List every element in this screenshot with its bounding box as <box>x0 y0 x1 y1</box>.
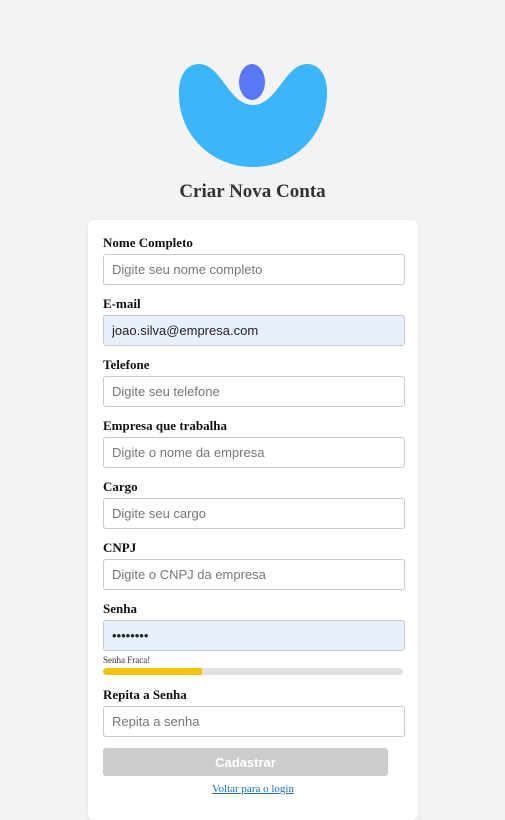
phone-label: Telefone <box>103 357 150 372</box>
password-input[interactable] <box>103 620 405 651</box>
page-title: Criar Nova Conta <box>179 181 326 202</box>
logo-head-shape <box>239 64 265 100</box>
password-strength-bar <box>103 668 403 675</box>
job-title-input[interactable] <box>103 498 405 529</box>
cnpj-input[interactable] <box>103 559 405 590</box>
full-name-label: Nome Completo <box>103 235 193 250</box>
company-label: Empresa que trabalha <box>103 418 227 433</box>
password-label: Senha <box>103 601 137 616</box>
confirm-password-input[interactable] <box>103 706 405 737</box>
signup-form: Nome Completo E-mail Telefone Empresa qu… <box>88 220 418 820</box>
company-input[interactable] <box>103 437 405 468</box>
full-name-input[interactable] <box>103 254 405 285</box>
job-title-label: Cargo <box>103 479 138 494</box>
email-label: E-mail <box>103 296 141 311</box>
signup-button[interactable]: Cadastrar <box>103 748 388 776</box>
password-strength-fill <box>103 668 202 675</box>
phone-input[interactable] <box>103 376 405 407</box>
password-strength-text: Senha Fraca! <box>103 655 151 665</box>
back-to-login-link[interactable]: Voltar para o login <box>88 783 418 795</box>
confirm-password-label: Repita a Senha <box>103 687 187 702</box>
email-input[interactable] <box>103 315 405 346</box>
logo-icon <box>178 64 328 167</box>
cnpj-label: CNPJ <box>103 540 137 555</box>
